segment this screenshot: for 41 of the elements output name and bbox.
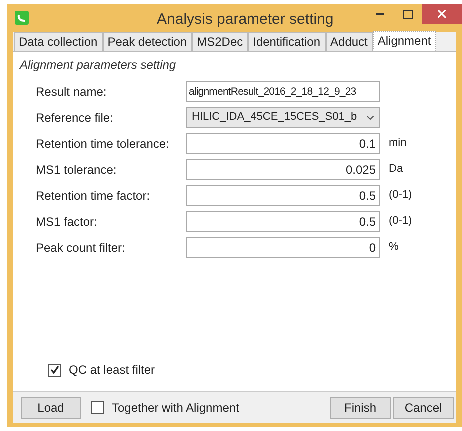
tab[interactable]: Peak detection — [102, 32, 192, 51]
unit-label: Da — [389, 162, 404, 178]
checkbox[interactable] — [48, 364, 61, 376]
close-button[interactable] — [422, 4, 462, 24]
tab[interactable]: MS2Dec — [192, 32, 248, 51]
unit-label: % — [389, 240, 399, 256]
check-icon — [50, 365, 60, 375]
tab[interactable]: Adduct — [326, 32, 373, 51]
input-field[interactable]: alignmentResult_2016_2_18_12_9_23 — [186, 81, 380, 102]
load-button[interactable]: Load — [21, 396, 81, 418]
chevron-down-icon — [367, 116, 374, 120]
checkbox[interactable] — [91, 401, 104, 414]
window-title: Analysis parameter setting — [157, 10, 334, 30]
close-icon — [438, 10, 446, 18]
section-title: Alignment parameters setting — [20, 57, 178, 74]
input-field[interactable]: 0.025 — [186, 159, 380, 180]
field-label: MS1 factor: — [35, 214, 98, 230]
maximize-icon — [403, 10, 413, 18]
field-label: Retention time tolerance: — [35, 136, 170, 152]
finish-button[interactable]: Finish — [330, 396, 391, 418]
tab[interactable]: Data collection — [14, 32, 103, 51]
checkbox-label: QC at least filter — [69, 362, 156, 379]
input-field[interactable]: 0 — [186, 237, 380, 258]
checkbox-label: Together with Alignment — [112, 400, 240, 416]
unit-label: (0-1) — [389, 214, 412, 230]
input-field[interactable]: 0.1 — [186, 133, 380, 154]
field-label: Reference file: — [35, 110, 114, 126]
cancel-button[interactable]: Cancel — [393, 396, 454, 418]
app-icon — [15, 11, 29, 25]
unit-label: (0-1) — [389, 188, 412, 204]
input-field[interactable]: 0.5 — [186, 185, 380, 206]
field-label: Retention time factor: — [35, 188, 152, 204]
unit-label: min — [389, 136, 407, 152]
dropdown[interactable]: HILIC_IDA_45CE_15CES_S01_b — [186, 107, 380, 128]
field-label: Result name: — [35, 84, 108, 100]
field-label: Peak count filter: — [35, 240, 126, 256]
input-field[interactable]: 0.5 — [186, 211, 380, 232]
tab[interactable]: Alignment — [372, 31, 436, 51]
minimize-icon — [376, 13, 384, 15]
field-label: MS1 tolerance: — [35, 162, 118, 178]
tab[interactable]: Identification — [248, 32, 326, 51]
